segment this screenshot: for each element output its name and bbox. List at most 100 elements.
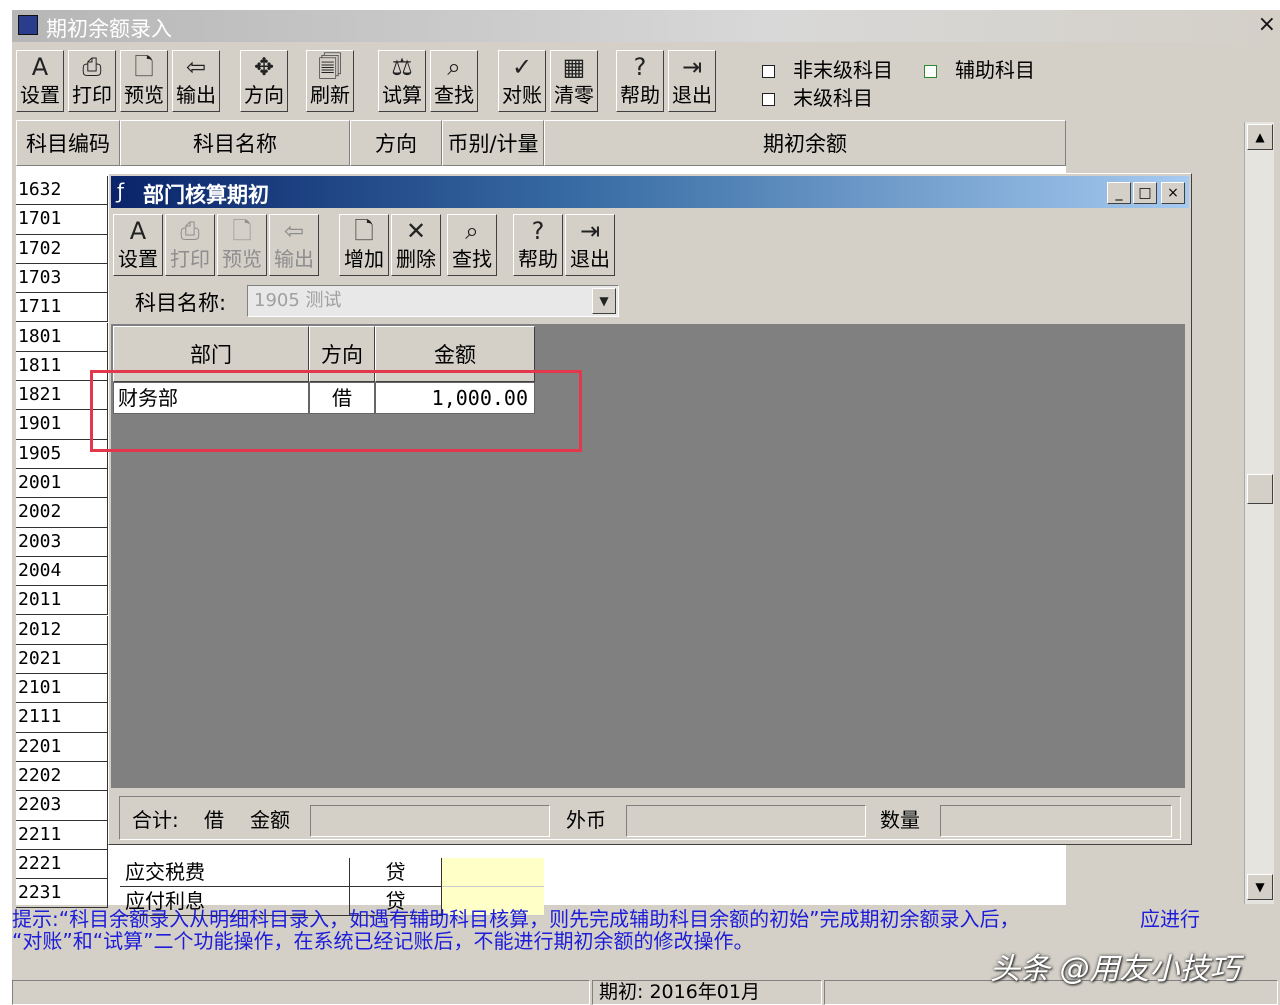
preview-icon: 🗋 xyxy=(134,53,154,81)
header-balance[interactable]: 期初余额 xyxy=(544,120,1066,166)
settings-icon: A xyxy=(129,217,147,245)
trial-balance-icon: ⚖ xyxy=(391,53,413,81)
toolbar-print-button[interactable]: ⎙ 打印 xyxy=(68,50,116,112)
toolbar-trial-balance-button[interactable]: ⚖ 试算 xyxy=(378,50,426,112)
account-code-cell[interactable]: 1632 xyxy=(16,176,108,206)
chevron-down-icon[interactable]: ▼ xyxy=(592,288,616,314)
header-department[interactable]: 部门 xyxy=(113,326,309,382)
vertical-scrollbar[interactable]: ▲ ▼ xyxy=(1244,122,1274,904)
subject-name-label: 科目名称: xyxy=(135,291,227,315)
toolbar-export-button[interactable]: ⇦ 输出 xyxy=(172,50,220,112)
account-code-cell[interactable]: 1702 xyxy=(16,234,108,264)
dialog-toolbar-add-button[interactable]: 🗋 增加 xyxy=(339,214,389,276)
header-code[interactable]: 科目编码 xyxy=(16,120,120,166)
account-code-cell[interactable]: 2004 xyxy=(16,556,108,587)
dialog-toolbar-delete-button[interactable]: ✕ 删除 xyxy=(391,214,441,276)
dialog-toolbar-help-button[interactable]: ? 帮助 xyxy=(513,214,563,276)
account-code-cell[interactable]: 1905 xyxy=(16,439,108,469)
account-code-cell[interactable]: 2012 xyxy=(16,615,108,645)
account-code-cell[interactable]: 2221 xyxy=(16,849,108,880)
account-code-cell[interactable]: 2211 xyxy=(16,820,108,850)
toolbar-direction-button[interactable]: ✥ 方向 xyxy=(240,50,288,112)
toolbar-button-label: 打印 xyxy=(170,247,210,271)
main-title-bar[interactable]: 期初余额录入 × xyxy=(12,10,1280,42)
non-leaf-subject-checkbox[interactable]: 非末级科目 xyxy=(762,54,893,83)
account-code-cell[interactable]: 1701 xyxy=(16,205,108,235)
scroll-thumb[interactable] xyxy=(1247,474,1273,504)
toolbar-find-button[interactable]: ⌕ 查找 xyxy=(430,50,478,112)
account-code-cell[interactable]: 1801 xyxy=(16,322,108,352)
toolbar-button-label: 退出 xyxy=(570,247,610,271)
minimize-icon[interactable]: _ xyxy=(1107,182,1131,204)
account-code-cell[interactable]: 1703 xyxy=(16,263,108,294)
subject-name-select[interactable]: 1905 测试 ▼ xyxy=(247,285,619,317)
grid-row-name[interactable]: 应交税费 xyxy=(120,858,350,887)
toolbar-button-label: 对账 xyxy=(502,83,542,107)
account-code-cell[interactable]: 2002 xyxy=(16,498,108,528)
exit-icon: ⇥ xyxy=(681,53,703,81)
subject-name-value: 1905 测试 xyxy=(254,290,342,311)
toolbar-exit-button[interactable]: ⇥ 退出 xyxy=(668,50,716,112)
settings-icon: A xyxy=(31,53,49,81)
toolbar-refresh-button[interactable]: 🗐 刷新 xyxy=(306,50,354,112)
dialog-title: 部门核算期初 xyxy=(143,183,269,207)
header-currency[interactable]: 币别/计量 xyxy=(442,120,544,166)
account-code-cell[interactable]: 2001 xyxy=(16,469,108,499)
maximize-icon[interactable]: □ xyxy=(1133,182,1157,204)
toolbar-button-label: 设置 xyxy=(20,83,60,107)
leaf-subject-label: 末级科目 xyxy=(793,86,873,110)
totals-qty-value xyxy=(940,805,1172,837)
toolbar-preview-button[interactable]: 🗋 预览 xyxy=(120,50,168,112)
account-code-cell[interactable]: 2101 xyxy=(16,674,108,704)
refresh-icon: 🗐 xyxy=(318,53,342,81)
header-direction[interactable]: 方向 xyxy=(309,326,375,382)
hint-line-1-end: 应进行 xyxy=(1140,907,1200,931)
direction-cell[interactable]: 借 xyxy=(309,382,375,414)
print-icon: ⎙ xyxy=(82,53,102,81)
toolbar-button-label: 帮助 xyxy=(620,83,660,107)
account-code-cell[interactable]: 1821 xyxy=(16,381,108,411)
account-code-cell[interactable]: 2203 xyxy=(16,791,108,821)
toolbar-button-label: 查找 xyxy=(434,83,474,107)
direction-icon: ✥ xyxy=(253,53,275,81)
dialog-title-bar[interactable]: ƒ 部门核算期初 _ □ × xyxy=(111,176,1189,208)
amount-cell[interactable]: 1,000.00 xyxy=(375,382,535,414)
toolbar-reconcile-button[interactable]: ✓ 对账 xyxy=(498,50,546,112)
auxiliary-subject-checkbox[interactable]: 辅助科目 xyxy=(924,54,1035,83)
scroll-down-icon[interactable]: ▼ xyxy=(1247,874,1273,900)
account-code-cell[interactable]: 1901 xyxy=(16,410,108,440)
account-code-cell[interactable]: 2231 xyxy=(16,879,108,909)
dialog-toolbar-find-button[interactable]: ⌕ 查找 xyxy=(447,214,497,276)
toolbar-button-label: 设置 xyxy=(118,247,158,271)
header-direction[interactable]: 方向 xyxy=(350,120,442,166)
grid-row-currency[interactable] xyxy=(442,858,544,887)
account-code-cell[interactable]: 2011 xyxy=(16,586,108,616)
department-cell[interactable]: 财务部 xyxy=(113,382,309,414)
close-icon[interactable]: × xyxy=(1161,182,1185,204)
leaf-subject-checkbox[interactable]: 末级科目 xyxy=(762,82,873,111)
dialog-toolbar-exit-button[interactable]: ⇥ 退出 xyxy=(565,214,615,276)
header-amount[interactable]: 金额 xyxy=(375,326,535,382)
account-code-cell[interactable]: 2111 xyxy=(16,703,108,733)
toolbar-settings-button[interactable]: A 设置 xyxy=(16,50,64,112)
exit-icon: ⇥ xyxy=(579,217,601,245)
account-code-cell[interactable]: 2201 xyxy=(16,732,108,762)
account-code-cell[interactable]: 1811 xyxy=(16,351,108,382)
totals-amount-value xyxy=(310,805,550,837)
print-icon: ⎙ xyxy=(180,217,200,245)
account-code-cell[interactable]: 2003 xyxy=(16,527,108,557)
dialog-toolbar-settings-button[interactable]: A 设置 xyxy=(113,214,163,276)
scroll-up-icon[interactable]: ▲ xyxy=(1247,124,1273,150)
watermark: 头条 @用友小技巧 xyxy=(990,952,1240,987)
toolbar-help-button[interactable]: ? 帮助 xyxy=(616,50,664,112)
account-code-cell[interactable]: 2021 xyxy=(16,644,108,675)
toolbar-button-label: 帮助 xyxy=(518,247,558,271)
auxiliary-subject-label: 辅助科目 xyxy=(955,58,1035,82)
close-icon[interactable]: × xyxy=(1258,12,1276,37)
account-code-cell[interactable]: 1711 xyxy=(16,293,108,323)
toolbar-clear-button[interactable]: ▦ 清零 xyxy=(550,50,598,112)
account-code-cell[interactable]: 2202 xyxy=(16,762,108,792)
grid-row-direction[interactable]: 贷 xyxy=(350,858,442,887)
header-name[interactable]: 科目名称 xyxy=(120,120,350,166)
totals-fx-label: 外币 xyxy=(566,808,606,832)
